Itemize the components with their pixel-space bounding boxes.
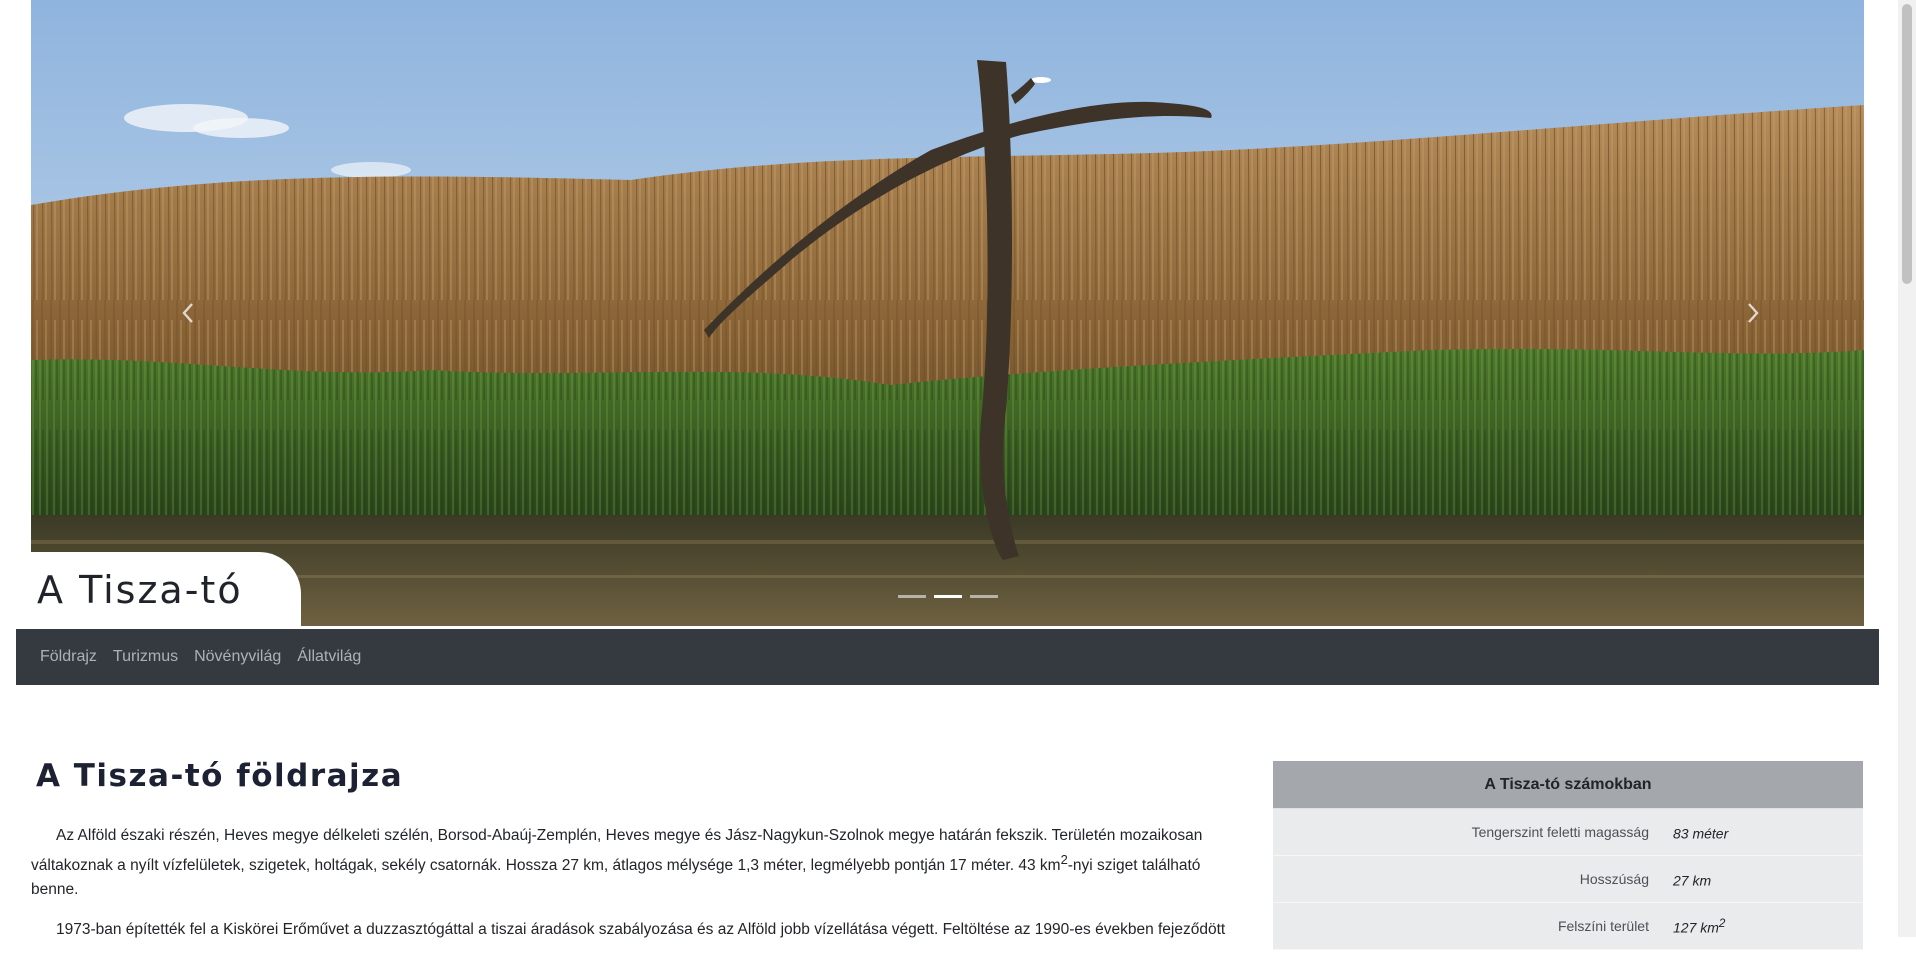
chevron-right-icon	[1748, 303, 1759, 323]
carousel-indicator-2[interactable]	[933, 595, 962, 598]
nav-item-turizmus[interactable]: Turizmus	[113, 648, 178, 666]
carousel-prev-button[interactable]	[168, 296, 208, 330]
facts-table: A Tisza-tó számokban Tengerszint feletti…	[1273, 761, 1863, 950]
row-value: 83 méter	[1673, 825, 1729, 842]
table-row: Felszíni terület 127 km2	[1273, 903, 1863, 950]
carousel-indicator-1[interactable]	[897, 595, 926, 598]
page-title: A Tisza-tó földrajza	[36, 758, 404, 794]
table-row: Hosszúság 27 km	[1273, 856, 1863, 903]
paragraph-1: Az Alföld északi részén, Heves megye dél…	[31, 824, 1246, 902]
nav-item-allatvilag[interactable]: Állatvilág	[297, 648, 361, 666]
lake-reeds-photo	[31, 0, 1864, 626]
scrollbar-thumb[interactable]	[1902, 4, 1912, 284]
table-row: Tengerszint feletti magasság 83 méter	[1273, 809, 1863, 856]
nav-item-novenyvilag[interactable]: Növényvilág	[194, 648, 281, 666]
row-value: 27 km	[1673, 872, 1712, 889]
paragraph-2: 1973-ban építették fel a Kiskörei Erőműv…	[56, 921, 1226, 939]
superscript: 2	[1060, 852, 1068, 867]
row-label: Felszíni terület	[1557, 918, 1649, 934]
hero-carousel	[31, 0, 1864, 626]
site-title: A Tisza-tó	[31, 552, 301, 626]
chevron-left-icon	[182, 303, 193, 323]
carousel-indicator-3[interactable]	[969, 595, 998, 598]
carousel-indicators	[31, 595, 1864, 598]
row-label: Tengerszint feletti magasság	[1471, 824, 1649, 840]
page-scrollbar[interactable]	[1898, 0, 1916, 937]
row-value: 127 km2	[1673, 916, 1726, 936]
article-body: Az Alföld északi részén, Heves megye dél…	[31, 824, 1246, 958]
carousel-next-button[interactable]	[1733, 296, 1773, 330]
row-label: Hosszúság	[1579, 871, 1649, 887]
nav-item-foldrajz[interactable]: Földrajz	[40, 648, 97, 666]
main-navbar: Földrajz Turizmus Növényvilág Állatvilág	[16, 629, 1879, 685]
facts-table-title: A Tisza-tó számokban	[1273, 761, 1863, 809]
paragraph-1-text: Az Alföld északi részén, Heves megye dél…	[31, 827, 1203, 875]
